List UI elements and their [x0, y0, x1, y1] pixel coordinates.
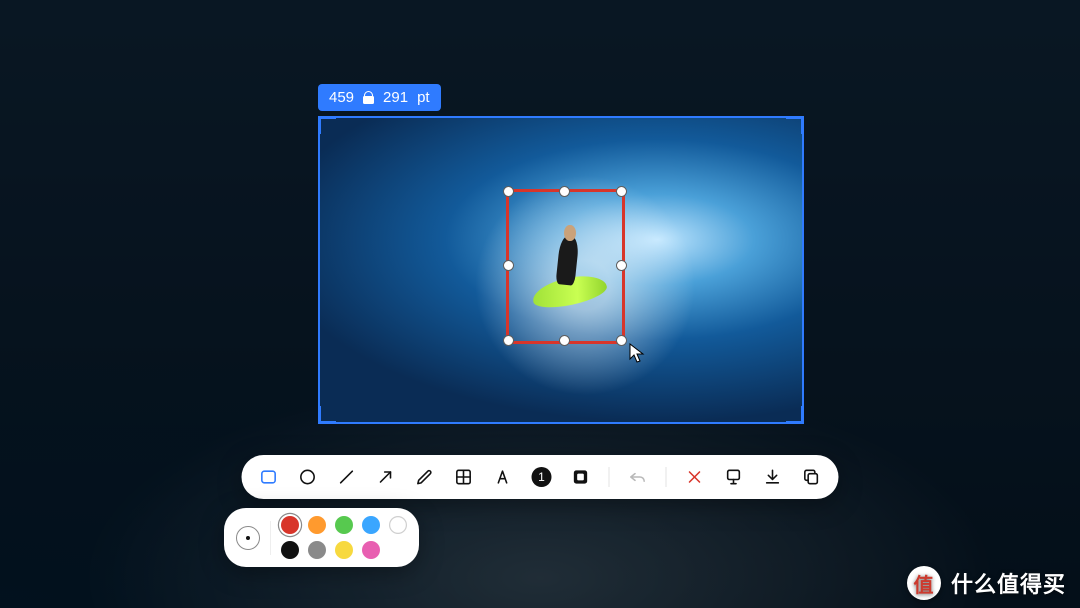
resize-handle-tr[interactable]: [616, 186, 627, 197]
tool-pencil[interactable]: [414, 466, 436, 488]
watermark-text: 什么值得买: [951, 567, 1066, 599]
rect-icon: [259, 467, 279, 487]
tool-counter[interactable]: 1: [531, 466, 553, 488]
resize-handle-br[interactable]: [616, 335, 627, 346]
annotation-toolbar: 1: [242, 455, 839, 499]
resize-handle-tm[interactable]: [559, 186, 570, 197]
capture-handle-tl[interactable]: [318, 116, 336, 134]
resize-handle-tl[interactable]: [503, 186, 514, 197]
color-swatch[interactable]: [308, 541, 326, 559]
dimension-width: 459: [329, 89, 354, 106]
style-popover: [224, 508, 419, 567]
dimension-unit: pt: [417, 89, 430, 106]
counter-icon: 1: [532, 467, 552, 487]
tool-text[interactable]: [492, 466, 514, 488]
captured-subject: [532, 225, 607, 314]
action-cancel[interactable]: [684, 466, 706, 488]
undo-icon: [628, 467, 648, 487]
highlight-icon: [571, 467, 591, 487]
save-icon: [763, 467, 783, 487]
color-swatch[interactable]: [308, 516, 326, 534]
screenshot-stage: 459 291 pt: [0, 0, 1080, 608]
text-icon: [493, 467, 513, 487]
dimensions-badge[interactable]: 459 291 pt: [318, 84, 441, 111]
pencil-icon: [415, 467, 435, 487]
arrow-icon: [376, 467, 396, 487]
action-pin[interactable]: [723, 466, 745, 488]
color-swatch[interactable]: [335, 516, 353, 534]
pin-icon: [724, 467, 744, 487]
action-save[interactable]: [762, 466, 784, 488]
tool-mosaic[interactable]: [453, 466, 475, 488]
capture-handle-tr[interactable]: [786, 116, 804, 134]
tool-highlight[interactable]: [570, 466, 592, 488]
toolbar-separator: [666, 467, 667, 487]
popover-divider: [270, 521, 271, 555]
lock-icon[interactable]: [363, 91, 374, 104]
color-swatch[interactable]: [362, 516, 380, 534]
color-palette: [281, 516, 407, 559]
annotation-rectangle[interactable]: [506, 189, 625, 344]
action-undo[interactable]: [627, 466, 649, 488]
resize-handle-bl[interactable]: [503, 335, 514, 346]
line-icon: [337, 467, 357, 487]
resize-handle-mr[interactable]: [616, 260, 627, 271]
tool-arrow[interactable]: [375, 466, 397, 488]
color-swatch[interactable]: [335, 541, 353, 559]
tool-oval[interactable]: [297, 466, 319, 488]
counter-value: 1: [538, 470, 545, 484]
capture-handle-br[interactable]: [786, 406, 804, 424]
toolbar-separator: [609, 467, 610, 487]
mosaic-icon: [454, 467, 474, 487]
color-swatch[interactable]: [281, 541, 299, 559]
oval-icon: [298, 467, 318, 487]
resize-handle-ml[interactable]: [503, 260, 514, 271]
copy-icon: [802, 467, 822, 487]
dimension-height: 291: [383, 89, 408, 106]
stroke-size-selector[interactable]: [236, 526, 260, 550]
color-swatch[interactable]: [362, 541, 380, 559]
resize-handle-bm[interactable]: [559, 335, 570, 346]
color-swatch[interactable]: [281, 516, 299, 534]
tool-rectangle[interactable]: [258, 466, 280, 488]
watermark-badge: 值: [907, 566, 941, 600]
action-copy[interactable]: [801, 466, 823, 488]
cancel-icon: [685, 467, 705, 487]
color-swatch[interactable]: [389, 516, 407, 534]
tool-line[interactable]: [336, 466, 358, 488]
capture-handle-bl[interactable]: [318, 406, 336, 424]
watermark: 值 什么值得买: [907, 566, 1066, 600]
